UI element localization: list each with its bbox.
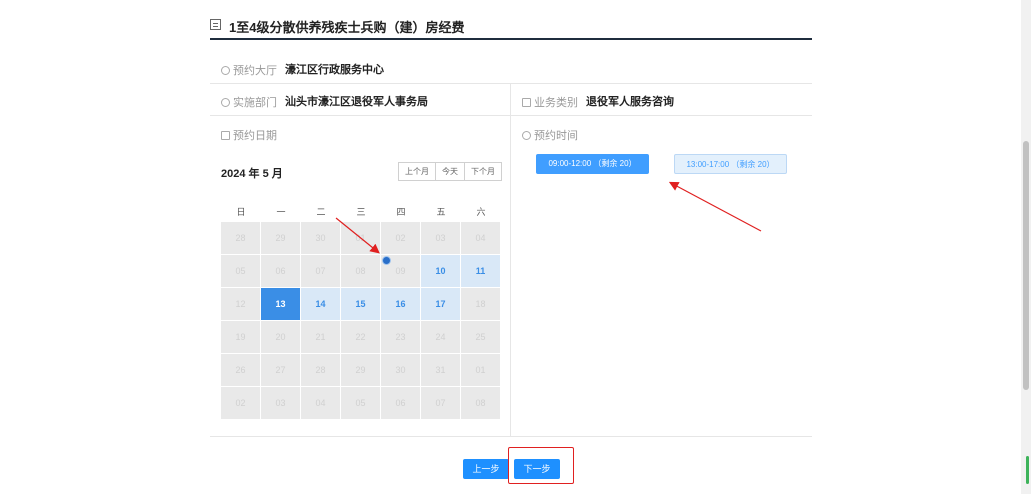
annotation-box xyxy=(508,447,574,484)
prev-step-button[interactable]: 上一步 xyxy=(463,459,509,479)
arrow-to-date xyxy=(335,217,380,254)
scrollbar-thumb[interactable] xyxy=(1023,141,1029,390)
arrow-to-slot xyxy=(668,181,762,232)
status-indicator xyxy=(1026,456,1029,484)
annotation-arrows xyxy=(335,181,762,254)
